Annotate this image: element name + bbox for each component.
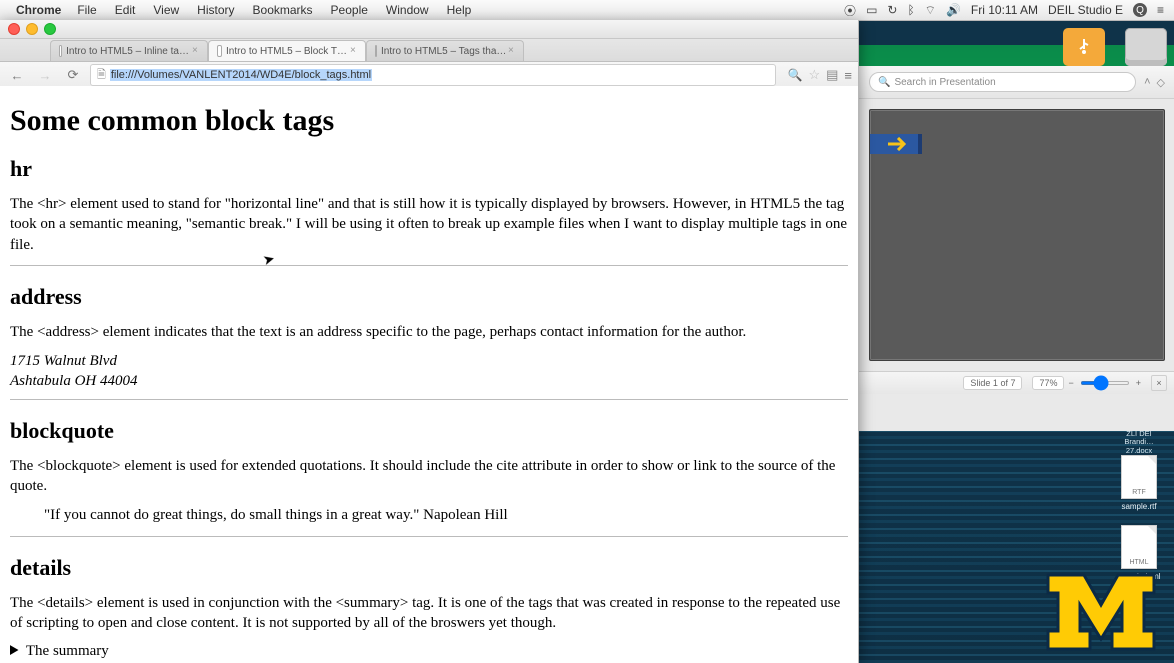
spotlight-icon[interactable]: Q xyxy=(1133,3,1147,17)
favicon-icon xyxy=(375,45,377,57)
hr-divider xyxy=(10,265,848,266)
mac-menubar: Chrome File Edit View History Bookmarks … xyxy=(0,0,1174,21)
menu-view[interactable]: View xyxy=(145,1,187,19)
browser-tab-0[interactable]: Intro to HTML5 – Inline ta… × xyxy=(50,40,208,61)
display-icon[interactable]: ▭ xyxy=(866,3,877,17)
rendered-page: Some common block tags hr The <hr> eleme… xyxy=(0,86,858,663)
address-block: 1715 Walnut Blvd Ashtabula OH 44004 xyxy=(10,352,848,391)
tab-close-icon[interactable]: × xyxy=(192,45,202,55)
back-button[interactable]: ← xyxy=(6,66,28,84)
sync-icon[interactable]: ↻ xyxy=(887,3,897,17)
umich-logo xyxy=(1046,573,1156,651)
presentation-slide-canvas[interactable] xyxy=(869,109,1165,361)
section-heading-address: address xyxy=(10,284,848,310)
mac-desktop: Chrome File Edit View History Bookmarks … xyxy=(0,0,1174,663)
window-minimize-button[interactable] xyxy=(26,23,38,35)
favicon-icon xyxy=(59,45,62,57)
zoom-slider[interactable] xyxy=(1080,381,1130,385)
address-line-2: Ashtabula OH 44004 xyxy=(10,373,138,389)
section-heading-blockquote: blockquote xyxy=(10,418,848,444)
volume-icon[interactable]: 🔊 xyxy=(946,3,961,17)
window-close-button[interactable] xyxy=(8,23,20,35)
browser-tab-2[interactable]: Intro to HTML5 – Tags tha… × xyxy=(366,40,524,61)
browser-viewport[interactable]: Some common block tags hr The <hr> eleme… xyxy=(0,86,858,663)
presentation-window: 🔍 Search in Presentation ˄ ◇ Slide 1 of … xyxy=(858,66,1174,431)
presentation-search-field[interactable]: 🔍 Search in Presentation xyxy=(869,72,1136,92)
extensions-icon[interactable]: ▤ xyxy=(826,67,838,83)
menubar-app-name[interactable]: Chrome xyxy=(16,3,61,17)
section-heading-hr: hr xyxy=(10,156,848,182)
tab-close-icon[interactable]: × xyxy=(508,45,518,55)
desktop-file-stack: ZLI DEI Brandi…27.docx RTF sample.rtf HT… xyxy=(1116,430,1162,595)
window-titlebar[interactable] xyxy=(0,20,858,39)
omnibox[interactable]: 🗎 file:///Volumes/VANLENT2014/WD4E/block… xyxy=(90,64,776,86)
hr-divider xyxy=(10,536,848,537)
slide-arrow-shape xyxy=(870,134,922,154)
menu-file[interactable]: File xyxy=(69,1,104,19)
presentation-search-placeholder: Search in Presentation xyxy=(894,77,995,88)
favicon-icon xyxy=(217,45,222,57)
presentation-expand-icon[interactable]: ◇ xyxy=(1157,76,1165,89)
menu-help[interactable]: Help xyxy=(439,1,480,19)
omnibox-url: file:///Volumes/VANLENT2014/WD4E/block_t… xyxy=(110,69,372,81)
section-body-hr: The <hr> element used to stand for "hori… xyxy=(10,194,848,255)
desktop-file-rtf[interactable]: RTF sample.rtf xyxy=(1116,455,1162,511)
browser-tab-1[interactable]: Intro to HTML5 – Block T… × xyxy=(208,40,366,61)
page-title: Some common block tags xyxy=(10,104,848,138)
slide-counter: Slide 1 of 7 xyxy=(963,376,1022,390)
tab-label: Intro to HTML5 – Inline ta… xyxy=(66,46,189,57)
section-body-blockquote: The <blockquote> element is used for ext… xyxy=(10,456,848,497)
page-icon: 🗎 xyxy=(97,66,106,85)
screenrec-icon[interactable]: ⦿ xyxy=(844,2,856,19)
chrome-window: Intro to HTML5 – Inline ta… × Intro to H… xyxy=(0,20,859,663)
bookmark-star-icon[interactable]: ☆ xyxy=(808,67,820,83)
file-type-badge: RTF xyxy=(1122,489,1156,496)
menu-edit[interactable]: Edit xyxy=(107,1,144,19)
reload-button[interactable]: ⟳ xyxy=(62,66,84,84)
chrome-tabstrip: Intro to HTML5 – Inline ta… × Intro to H… xyxy=(0,39,858,62)
desktop-file-meta: ZLI DEI Brandi…27.docx xyxy=(1116,430,1162,455)
bluetooth-icon[interactable]: ᛒ xyxy=(907,3,914,17)
tab-close-icon[interactable]: × xyxy=(350,45,360,55)
search-icon: 🔍 xyxy=(878,77,890,88)
menu-window[interactable]: Window xyxy=(378,1,437,19)
blockquote-content: "If you cannot do great things, do small… xyxy=(44,507,848,524)
wifi-icon[interactable]: ⌔ xyxy=(925,3,936,18)
zoom-out-icon[interactable]: − xyxy=(1068,378,1073,388)
hr-divider xyxy=(10,399,848,400)
presentation-close-panel-button[interactable]: × xyxy=(1151,375,1167,391)
section-body-address: The <address> element indicates that the… xyxy=(10,322,848,342)
desktop-volume-hd[interactable] xyxy=(1122,28,1170,68)
desktop-volume-usb[interactable] xyxy=(1060,28,1108,68)
window-zoom-button[interactable] xyxy=(44,23,56,35)
reader-icon[interactable]: 🔍 xyxy=(788,68,803,82)
menu-history[interactable]: History xyxy=(189,1,242,19)
presentation-collapse-icon[interactable]: ˄ xyxy=(1144,76,1150,89)
desktop-file-rtf-label: sample.rtf xyxy=(1116,502,1162,511)
menubar-clock[interactable]: Fri 10:11 AM xyxy=(971,3,1038,17)
section-heading-details: details xyxy=(10,555,848,581)
details-widget[interactable]: The summary xyxy=(10,643,848,660)
chrome-menu-icon[interactable]: ≡ xyxy=(844,68,852,83)
menu-people[interactable]: People xyxy=(323,1,376,19)
tab-label: Intro to HTML5 – Block T… xyxy=(226,46,347,57)
zoom-readout: 77% xyxy=(1032,376,1064,390)
address-line-1: 1715 Walnut Blvd xyxy=(10,353,117,369)
chrome-toolbar: ← → ⟳ 🗎 file:///Volumes/VANLENT2014/WD4E… xyxy=(0,62,858,89)
menu-bookmarks[interactable]: Bookmarks xyxy=(245,1,321,19)
details-summary[interactable]: The summary xyxy=(10,643,848,660)
tab-label: Intro to HTML5 – Tags tha… xyxy=(381,46,506,57)
file-type-badge: HTML xyxy=(1122,559,1156,566)
zoom-in-icon[interactable]: + xyxy=(1136,378,1141,388)
forward-button[interactable]: → xyxy=(34,66,56,84)
notification-center-icon[interactable]: ≡ xyxy=(1157,3,1164,17)
section-body-details: The <details> element is used in conjunc… xyxy=(10,593,848,634)
menubar-user[interactable]: DEIL Studio E xyxy=(1048,3,1123,17)
